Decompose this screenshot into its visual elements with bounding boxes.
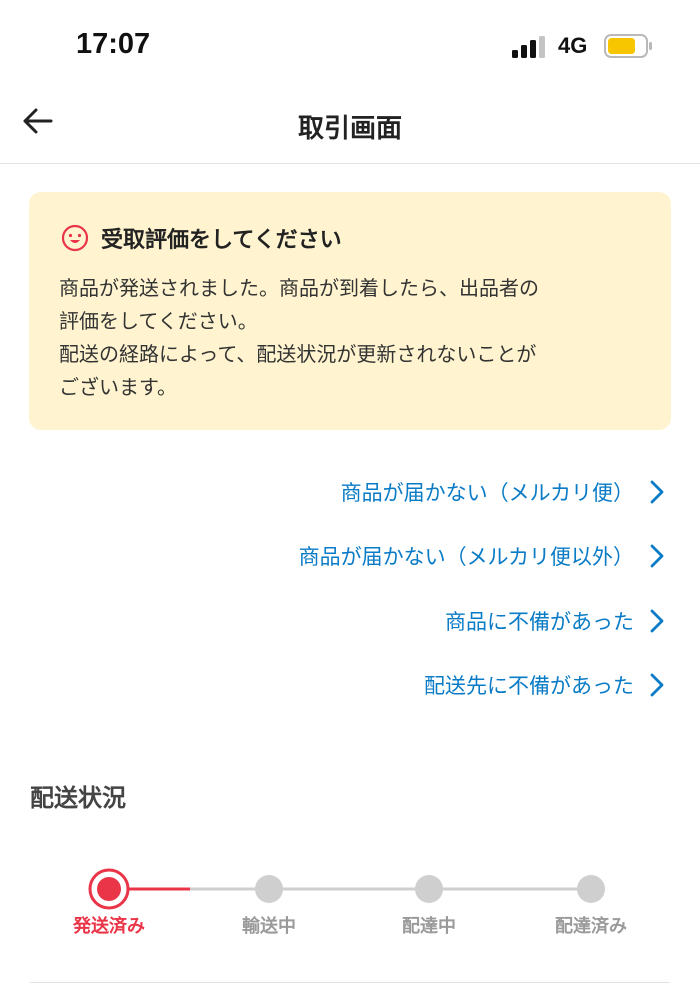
divider <box>30 982 670 983</box>
step-label-shipped: 発送済み <box>73 916 145 937</box>
nav-bar: 取引画面 <box>0 90 700 164</box>
shipping-status-title: 配送状況 <box>30 784 126 812</box>
step-label-out-for-delivery: 配達中 <box>402 916 456 937</box>
link-label: 商品が届かない（メルカリ便以外） <box>298 545 634 569</box>
chevron-right-icon <box>646 543 666 569</box>
step-label-in-transit: 輸送中 <box>242 916 296 937</box>
link-item-not-arrived-other[interactable]: 商品が届かない（メルカリ便以外） <box>299 536 666 576</box>
progress-step-dot-shipped <box>88 868 130 910</box>
progress-track <box>88 868 605 910</box>
step-label-delivered: 配達済み <box>555 916 627 937</box>
notice-title: 受取評価をしてください <box>101 228 342 253</box>
notice-line: ございます。 <box>59 375 177 399</box>
chevron-right-icon <box>646 672 666 698</box>
link-item-defective[interactable]: 商品に不備があった <box>445 601 666 641</box>
notice-line: 評価をしてください。 <box>59 309 258 333</box>
battery-icon <box>604 34 654 58</box>
link-address-problem[interactable]: 配送先に不備があった <box>424 665 666 705</box>
status-bar: 17:07 4G <box>0 0 700 90</box>
link-label: 配送先に不備があった <box>424 674 634 698</box>
network-label: 4G <box>558 33 588 58</box>
progress-step-dot-delivered <box>577 875 605 903</box>
shipping-progress: 発送済み 輸送中 配達中 配達済み <box>0 860 700 950</box>
link-item-not-arrived-mercari[interactable]: 商品が届かない（メルカリ便） <box>341 472 666 512</box>
notice-line: 配送の経路によって、配送状況が更新されないことが <box>59 342 537 366</box>
progress-step-dot-out-for-delivery <box>415 875 443 903</box>
link-label: 商品が届かない（メルカリ便） <box>340 481 634 505</box>
link-label: 商品に不備があった <box>445 610 634 634</box>
signal-icon <box>512 36 546 58</box>
chevron-right-icon <box>646 479 666 505</box>
notice-line: 商品が発送されました。商品が到着したら、出品者の <box>59 276 539 300</box>
status-time: 17:07 <box>76 28 151 60</box>
smile-face-icon <box>61 224 89 252</box>
progress-step-dot-in-transit <box>255 875 283 903</box>
page-title: 取引画面 <box>297 114 402 144</box>
chevron-right-icon <box>646 608 666 634</box>
receipt-notice: 受取評価をしてください 商品が発送されました。商品が到着したら、出品者の 評価を… <box>29 192 671 430</box>
notice-body: 商品が発送されました。商品が到着したら、出品者の 評価をしてください。 配送の経… <box>59 272 649 404</box>
